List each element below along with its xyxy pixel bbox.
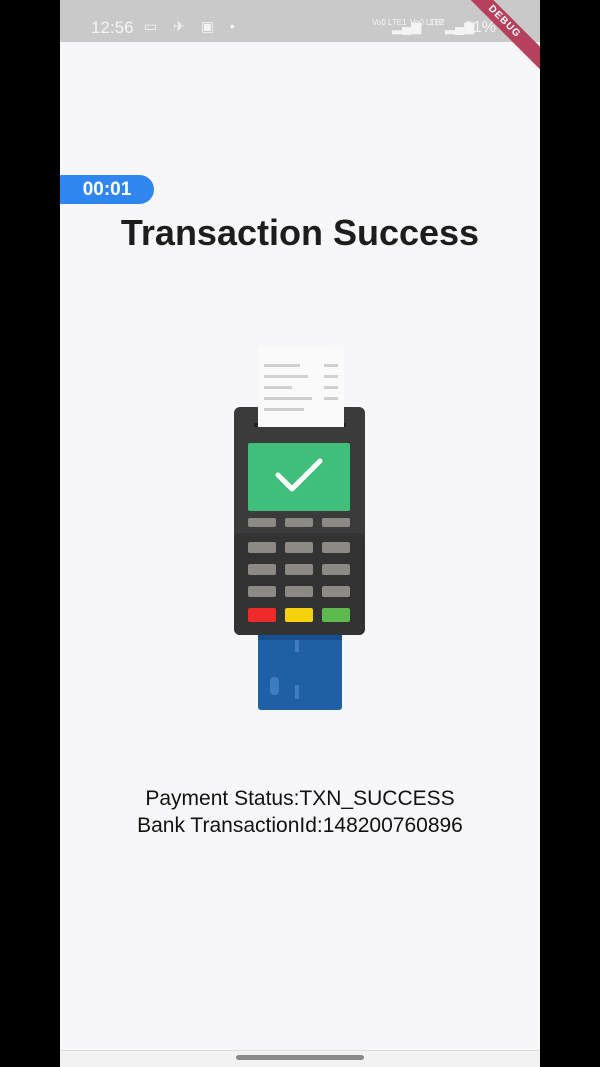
enter-key bbox=[322, 608, 350, 622]
notification-icons: ▭ ✈ ▣ • bbox=[144, 18, 241, 34]
cancel-key bbox=[248, 608, 276, 622]
credit-card bbox=[258, 630, 342, 710]
keypad bbox=[248, 542, 350, 597]
page-title: Transaction Success bbox=[120, 212, 480, 253]
status-bar: 12:56 ▭ ✈ ▣ • Vo0 LTE1 ▂▄▆ Vo0 LTE2 LTE … bbox=[60, 0, 540, 42]
payment-terminal-illustration bbox=[234, 345, 365, 710]
app-screen: 12:56 ▭ ✈ ▣ • Vo0 LTE1 ▂▄▆ Vo0 LTE2 LTE … bbox=[60, 0, 540, 1067]
status-time: 12:56 bbox=[91, 18, 134, 37]
clear-key bbox=[285, 608, 313, 622]
bank-transaction-id-text: Bank TransactionId:148200760896 bbox=[137, 814, 463, 837]
battery-level: 61% bbox=[464, 19, 497, 36]
navigation-bar bbox=[60, 1050, 540, 1067]
sim2-extra-label: LTE bbox=[430, 18, 445, 27]
transaction-info: Payment Status:TXN_SUCCESS Bank Transact… bbox=[60, 785, 540, 839]
payment-status-text: Payment Status:TXN_SUCCESS bbox=[145, 787, 455, 810]
success-screen bbox=[248, 443, 350, 511]
home-gesture-handle[interactable] bbox=[236, 1055, 364, 1060]
timer-badge: 00:01 bbox=[60, 175, 154, 204]
